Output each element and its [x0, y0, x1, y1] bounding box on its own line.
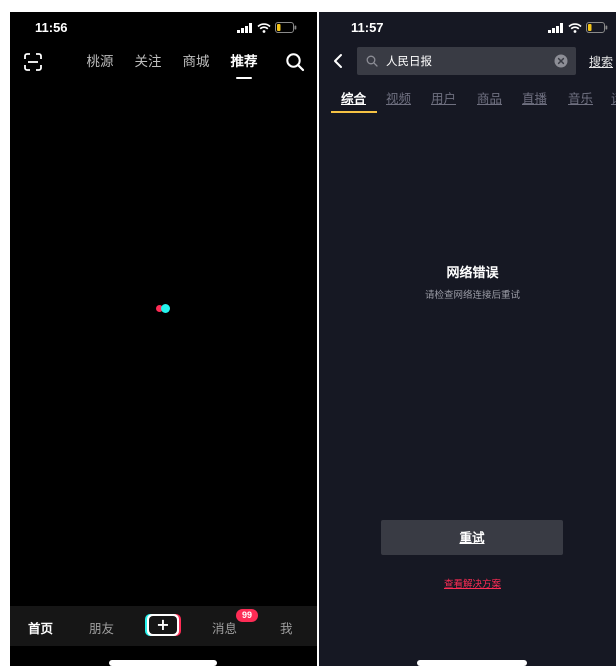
status-bar: 11:57 [319, 12, 616, 46]
search-input[interactable]: 人民日报 [357, 47, 576, 75]
message-badge: 99 [236, 609, 258, 622]
bottom-tab-me[interactable]: 我 [280, 618, 293, 637]
tab-videos[interactable]: 视频 [386, 88, 411, 107]
signal-icon [237, 22, 252, 33]
tab-live[interactable]: 直播 [522, 88, 547, 107]
create-button[interactable]: + [147, 614, 179, 636]
nav-tabs: 桃源 关注 商城 推荐 [76, 52, 268, 79]
tab-topics[interactable]: 话 [611, 88, 616, 107]
error-title: 网络错误 [446, 266, 499, 281]
home-indicator[interactable] [417, 660, 527, 666]
loading-dot-cyan [161, 304, 170, 313]
view-solution-link[interactable]: 查看解决方案 [319, 576, 616, 590]
tab-recommended[interactable]: 推荐 [220, 52, 268, 79]
clear-icon[interactable] [554, 54, 568, 68]
search-row: 人民日报 搜索 [319, 47, 616, 75]
tab-music[interactable]: 音乐 [568, 88, 593, 107]
status-icons [237, 22, 297, 33]
tab-users[interactable]: 用户 [431, 88, 456, 107]
error-description: 请检查网络连接后重试 [424, 290, 520, 301]
tab-mall[interactable]: 商城 [172, 52, 220, 72]
bottom-tab-messages[interactable]: 消息 [212, 618, 237, 637]
tab-comprehensive[interactable]: 综合 [341, 88, 366, 107]
top-nav: 桃源 关注 商城 推荐 [10, 48, 317, 82]
search-query-text: 人民日报 [386, 54, 432, 68]
home-feed-screen: 11:56 桃源 关注 商城 推荐 首页 朋友 + 消息 99 我 [10, 12, 317, 666]
bottom-tab-bar: 首页 朋友 + 消息 99 我 [10, 606, 317, 646]
scan-icon[interactable] [24, 53, 42, 71]
battery-icon [586, 22, 608, 33]
plus-icon: + [149, 616, 177, 634]
tab-following[interactable]: 关注 [124, 52, 172, 72]
loading-dots-icon [156, 304, 172, 313]
search-icon[interactable] [285, 52, 305, 72]
back-arrow-icon[interactable] [331, 53, 345, 69]
active-tab-indicator [331, 111, 377, 113]
search-button[interactable]: 搜索 [589, 53, 613, 70]
search-icon [366, 55, 378, 67]
wifi-icon [568, 22, 582, 33]
screenshot-stage: 11:56 桃源 关注 商城 推荐 首页 朋友 + 消息 99 我 11:57 … [0, 0, 616, 666]
bottom-tab-friends[interactable]: 朋友 [89, 618, 114, 637]
retry-button[interactable]: 重试 [381, 520, 563, 555]
tab-taoyuan[interactable]: 桃源 [76, 52, 124, 72]
status-time: 11:57 [351, 20, 384, 35]
signal-icon [548, 22, 563, 33]
result-tabs: 综合 视频 用户 商品 直播 音乐 话 [319, 88, 616, 114]
wifi-icon [257, 22, 271, 33]
home-indicator[interactable] [109, 660, 217, 666]
bottom-tab-home[interactable]: 首页 [28, 618, 53, 637]
status-bar: 11:56 [10, 12, 317, 46]
search-results-screen: 11:57 人民日报 搜索 综合 视频 用户 商品 直播 音乐 网络错误 请检查… [319, 12, 616, 666]
status-time: 11:56 [35, 20, 68, 35]
retry-button-label: 重试 [459, 530, 485, 545]
status-icons [548, 22, 608, 33]
tab-products[interactable]: 商品 [477, 88, 502, 107]
battery-icon [275, 22, 297, 33]
